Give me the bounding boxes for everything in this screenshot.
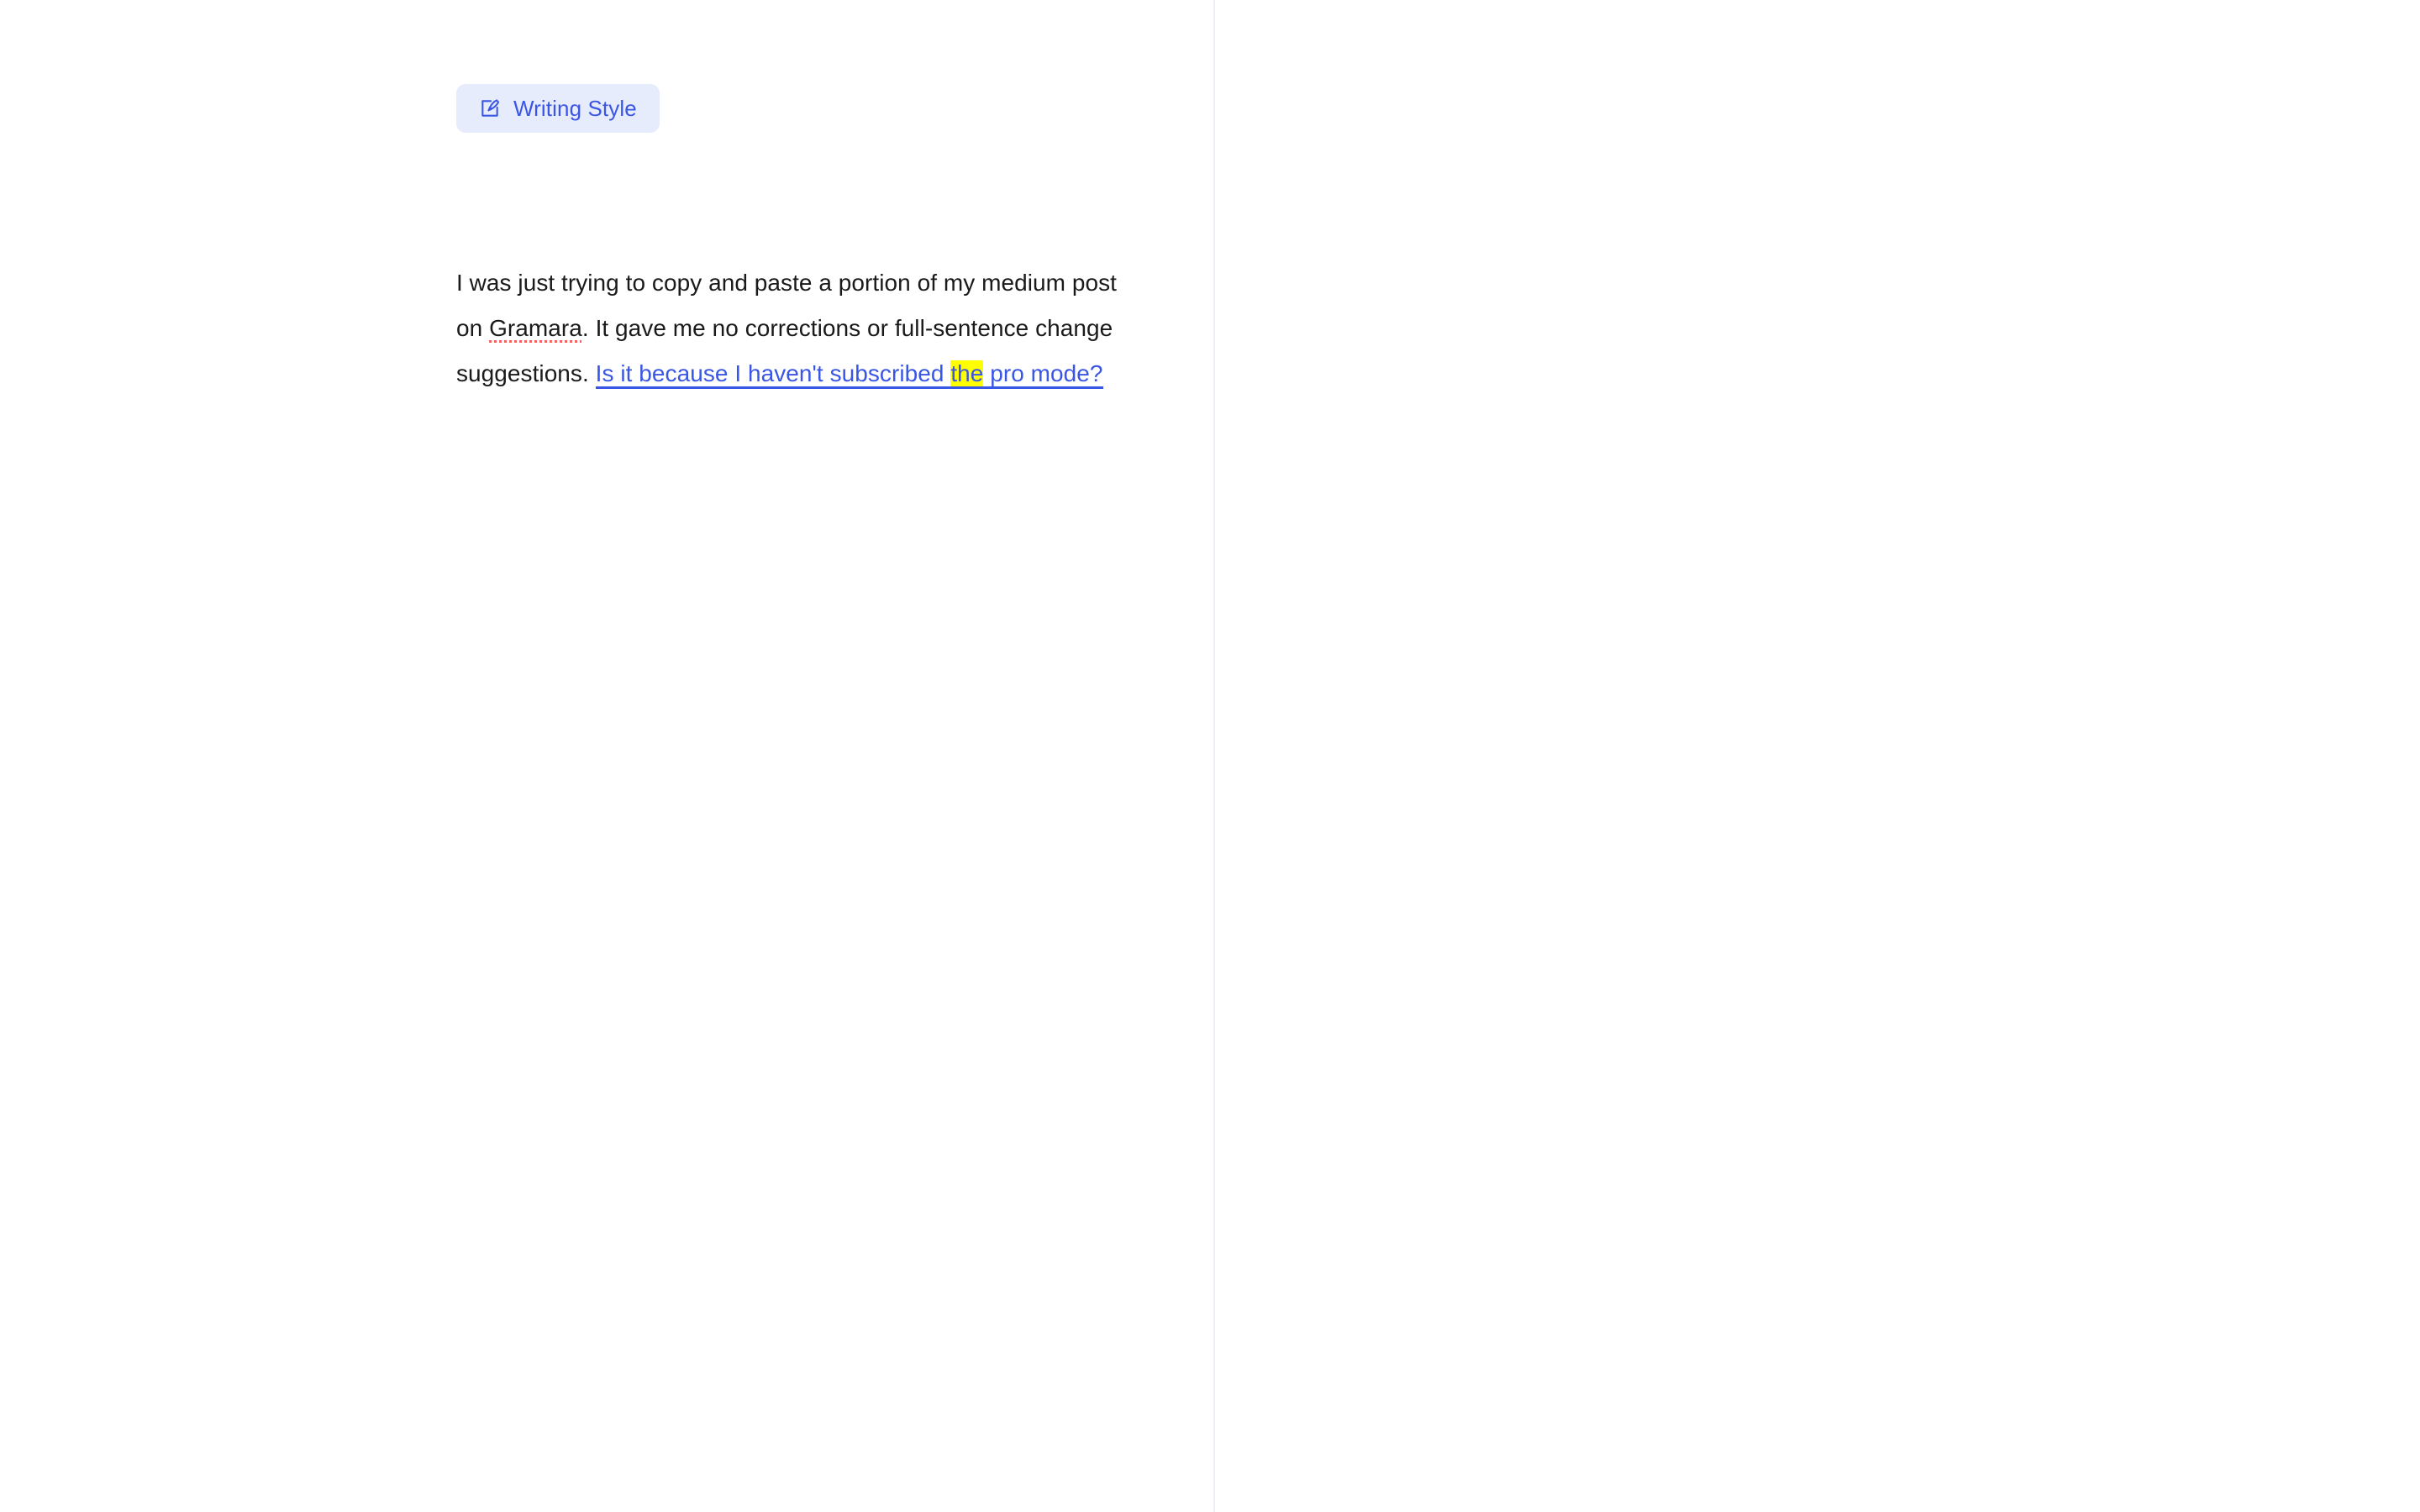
suggestions-pane: Settings Account 1 2 xyxy=(1215,0,2420,1512)
inline-suggestion-mark: the xyxy=(950,360,984,386)
pen-square-icon xyxy=(479,97,501,119)
document-text[interactable]: I was just trying to copy and paste a po… xyxy=(456,260,1137,396)
writing-style-label: Writing Style xyxy=(513,95,637,121)
writing-style-button[interactable]: Writing Style xyxy=(456,84,660,133)
inline-suggestion-post: pro mode? xyxy=(983,360,1103,386)
inline-suggestion-highlight[interactable]: Is it because I haven't subscribed the p… xyxy=(596,360,1103,389)
misspelled-word[interactable]: Gramara xyxy=(489,315,582,341)
app-root: Writing Style I was just trying to copy … xyxy=(0,0,2420,1512)
inline-suggestion-pre: Is it because I haven't subscribed xyxy=(595,360,951,386)
editor-pane: Writing Style I was just trying to copy … xyxy=(0,0,1213,1512)
